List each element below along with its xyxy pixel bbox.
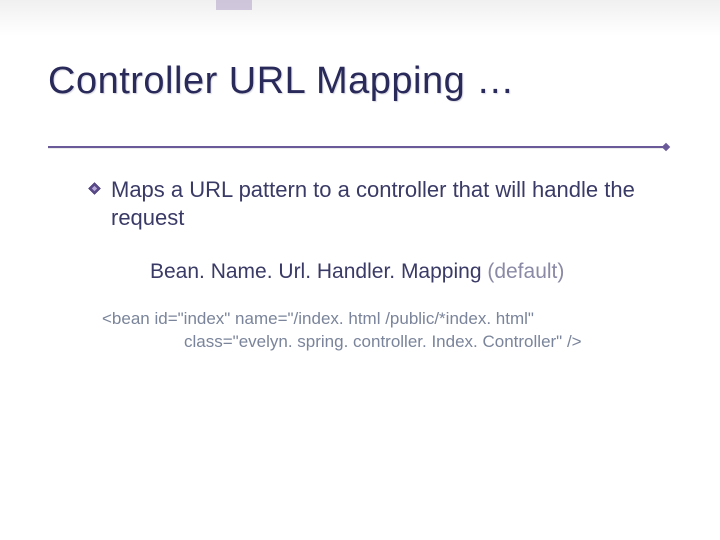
code-line-1: <bean id="index" name="/index. html /pub… — [102, 308, 658, 331]
title-underline — [48, 146, 666, 148]
slide-body: Maps a URL pattern to a controller that … — [88, 176, 658, 354]
code-line-2: class="evelyn. spring. controller. Index… — [102, 331, 658, 354]
slide: Controller URL Mapping … Maps a URL patt… — [0, 0, 720, 540]
diamond-bullet-icon — [88, 182, 101, 195]
header-shadow — [0, 0, 720, 36]
mapping-class-name: Bean. Name. Url. Handler. Mapping — [150, 260, 482, 283]
mapping-default-suffix: (default) — [482, 260, 565, 283]
slide-title: Controller URL Mapping … — [48, 60, 515, 103]
mapping-strategy-line: Bean. Name. Url. Handler. Mapping (defau… — [150, 260, 658, 284]
xml-snippet: <bean id="index" name="/index. html /pub… — [102, 308, 658, 354]
accent-tick — [216, 0, 252, 10]
bullet-item: Maps a URL pattern to a controller that … — [88, 176, 658, 232]
bullet-text: Maps a URL pattern to a controller that … — [111, 176, 658, 232]
